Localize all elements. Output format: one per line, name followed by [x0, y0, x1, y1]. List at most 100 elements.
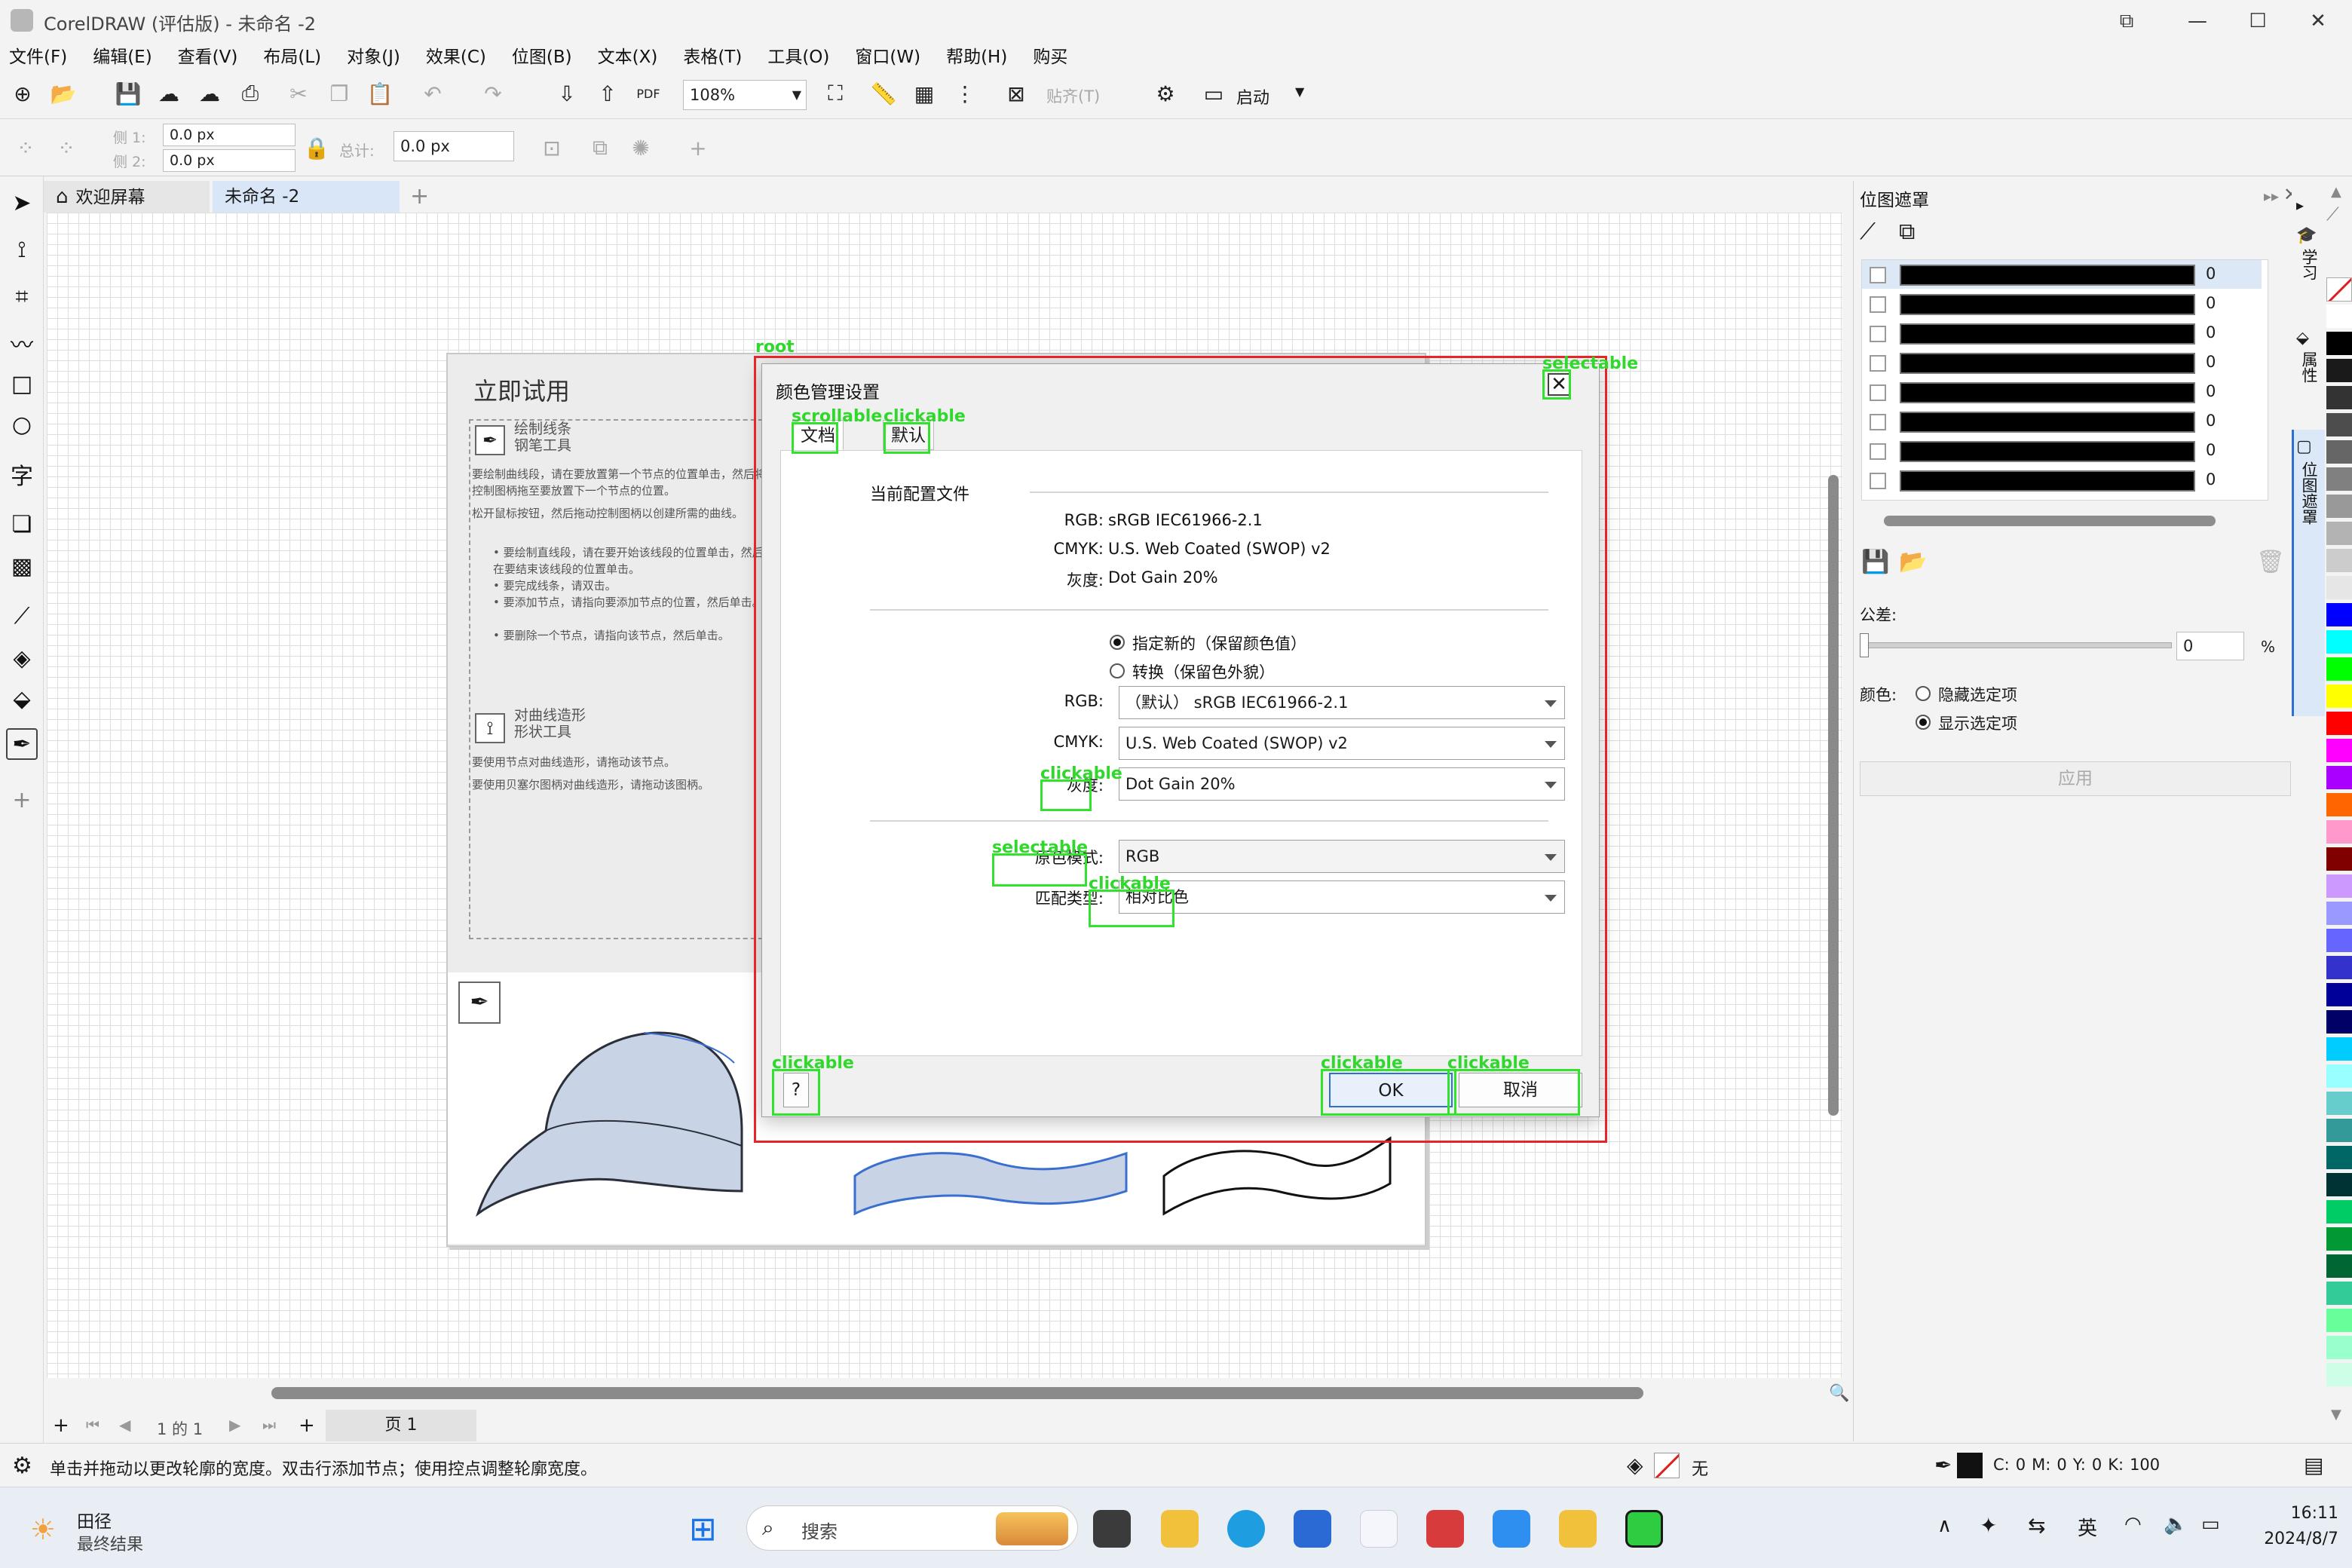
- palette-color-swatch[interactable]: [2326, 1146, 2352, 1169]
- menu-edit[interactable]: 编辑(E): [84, 42, 161, 72]
- gear-icon[interactable]: ⚙: [12, 1453, 32, 1479]
- page-tab[interactable]: 页 1: [326, 1410, 476, 1441]
- open-mask-icon[interactable]: 📂: [1899, 549, 1927, 575]
- palette-eyedropper-icon[interactable]: ⟋: [2326, 204, 2339, 225]
- gear-icon[interactable]: ⚙: [1150, 78, 1181, 109]
- palette-color-swatch[interactable]: [2326, 1336, 2352, 1359]
- mask-checkbox[interactable]: [1870, 326, 1886, 342]
- eyedropper-icon[interactable]: ⟋: [1860, 219, 1876, 245]
- palette-color-swatch[interactable]: [2326, 956, 2352, 979]
- palette-color-swatch[interactable]: [2326, 1282, 2352, 1305]
- tab-document[interactable]: 未命名 -2: [213, 181, 400, 213]
- mask-color-swatch[interactable]: [1900, 353, 2195, 374]
- properties-icon[interactable]: ⬙: [2296, 329, 2309, 348]
- mask-checkbox[interactable]: [1870, 267, 1886, 283]
- mask-row[interactable]: 0: [1862, 436, 2262, 465]
- fill-none-swatch[interactable]: [1654, 1453, 1680, 1478]
- huawei-icon[interactable]: [1426, 1510, 1464, 1548]
- snap-to-label[interactable]: 贴齐(T): [1046, 84, 1100, 107]
- transparency-tool-icon[interactable]: ▩: [6, 550, 38, 582]
- cancel-button[interactable]: 取消: [1459, 1073, 1582, 1107]
- add-tool-icon[interactable]: +: [6, 784, 38, 816]
- horizontal-scrollbar[interactable]: [271, 1387, 1643, 1399]
- vertical-scrollbar[interactable]: [1828, 475, 1839, 1116]
- rgb-profile-select[interactable]: （默认） sRGB IEC61966-2.1: [1119, 686, 1565, 719]
- folder-app-icon[interactable]: [1559, 1510, 1597, 1548]
- tray-settings-icon[interactable]: ⇆: [2028, 1513, 2045, 1538]
- palette-color-swatch[interactable]: [2326, 495, 2352, 518]
- mask-checkbox[interactable]: [1870, 355, 1886, 372]
- palette-scroll-up-icon[interactable]: ▲: [2331, 184, 2341, 200]
- coreldraw-taskbar-icon[interactable]: [1625, 1510, 1663, 1548]
- outline-pen-icon[interactable]: ✒: [1934, 1453, 1952, 1478]
- battery-icon[interactable]: ▭: [2201, 1513, 2220, 1536]
- fill-bucket-icon[interactable]: ◈: [1627, 1453, 1643, 1478]
- mask-color-swatch[interactable]: [1900, 382, 2195, 403]
- mask-color-swatch[interactable]: [1900, 294, 2195, 315]
- mask-color-swatch[interactable]: [1900, 441, 2195, 462]
- palette-color-swatch[interactable]: [2326, 549, 2352, 572]
- mask-row[interactable]: 0: [1862, 289, 2262, 318]
- no-color-swatch[interactable]: [2326, 277, 2352, 302]
- apply-button[interactable]: 应用: [1860, 761, 2291, 796]
- add-tab-button[interactable]: +: [403, 181, 434, 213]
- mask-row[interactable]: 0: [1862, 348, 2262, 377]
- mask-color-list[interactable]: 0 0 0 0 0 0 0 0: [1861, 259, 2268, 501]
- palette-color-swatch[interactable]: [2326, 386, 2352, 409]
- help-button[interactable]: ?: [783, 1073, 809, 1107]
- bitmap-mask-icon[interactable]: ▢: [2296, 437, 2312, 456]
- redo-icon[interactable]: ↷: [478, 78, 508, 109]
- cmyk-profile-select[interactable]: U.S. Web Coated (SWOP) v2: [1119, 727, 1565, 760]
- palette-color-swatch[interactable]: [2326, 467, 2352, 491]
- add-page-before-icon[interactable]: +: [53, 1414, 69, 1437]
- palette-color-swatch[interactable]: [2326, 440, 2352, 464]
- show-selected-radio[interactable]: [1916, 715, 1931, 730]
- palette-color-swatch[interactable]: [2326, 413, 2352, 436]
- palette-color-swatch[interactable]: [2326, 983, 2352, 1006]
- palette-color-swatch[interactable]: [2326, 739, 2352, 762]
- smart-fill-tool-icon[interactable]: ⬙: [6, 683, 38, 715]
- mask-checkbox[interactable]: [1870, 414, 1886, 430]
- palette-color-swatch[interactable]: [2326, 332, 2352, 355]
- palette-scroll-down-icon[interactable]: ▼: [2331, 1407, 2341, 1423]
- menu-text[interactable]: 文本(X): [589, 42, 667, 72]
- mask-color-swatch[interactable]: [1900, 412, 2195, 433]
- menu-table[interactable]: 表格(T): [674, 42, 751, 72]
- palette-color-swatch[interactable]: [2326, 847, 2352, 871]
- mask-checkbox[interactable]: [1870, 473, 1886, 489]
- first-page-icon[interactable]: ⏮: [86, 1416, 100, 1434]
- menu-object[interactable]: 对象(J): [338, 42, 409, 72]
- import-icon[interactable]: ⇩: [552, 78, 582, 109]
- shape-tool-icon[interactable]: ⟟: [6, 234, 38, 265]
- side-tab-learn[interactable]: 学习: [2298, 249, 2320, 280]
- show-rulers-icon[interactable]: 📏: [868, 78, 899, 109]
- outline-color-swatch[interactable]: [1957, 1453, 1983, 1478]
- side1-input[interactable]: 0.0 px: [163, 124, 296, 146]
- palette-color-swatch[interactable]: [2326, 630, 2352, 654]
- mask-row[interactable]: 0: [1862, 260, 2262, 289]
- palette-color-swatch[interactable]: [2326, 820, 2352, 844]
- file-explorer-icon[interactable]: [1161, 1510, 1199, 1548]
- palette-color-swatch[interactable]: [2326, 684, 2352, 708]
- palette-color-swatch[interactable]: [2326, 1092, 2352, 1115]
- convert-radio[interactable]: [1110, 663, 1125, 678]
- prev-page-icon[interactable]: ◀: [119, 1416, 130, 1434]
- add-page-after-icon[interactable]: +: [299, 1414, 315, 1437]
- cloud-sync-icon[interactable]: ☁: [194, 78, 225, 109]
- show-grid-icon[interactable]: ▦: [909, 78, 939, 109]
- windows-start-icon[interactable]: ⊞: [689, 1510, 717, 1548]
- side-tab-properties[interactable]: 属性: [2298, 351, 2320, 383]
- palette-color-swatch[interactable]: [2326, 359, 2352, 382]
- chevron-down-icon[interactable]: ▼: [792, 81, 801, 109]
- cloud-upload-icon[interactable]: ☁: [154, 78, 184, 109]
- close-window-button[interactable]: ✕: [2284, 5, 2352, 38]
- show-guidelines-icon[interactable]: ⋮: [950, 78, 980, 109]
- shadow-tool-icon[interactable]: ❏: [6, 508, 38, 540]
- palette-color-swatch[interactable]: [2326, 576, 2352, 599]
- mask-color-swatch[interactable]: [1900, 323, 2195, 345]
- paste-icon[interactable]: 📋: [365, 78, 395, 109]
- palette-color-swatch[interactable]: [2326, 766, 2352, 789]
- menu-view[interactable]: 查看(V): [169, 42, 247, 72]
- palette-color-swatch[interactable]: [2326, 1119, 2352, 1142]
- print-icon[interactable]: ⎙: [235, 78, 265, 109]
